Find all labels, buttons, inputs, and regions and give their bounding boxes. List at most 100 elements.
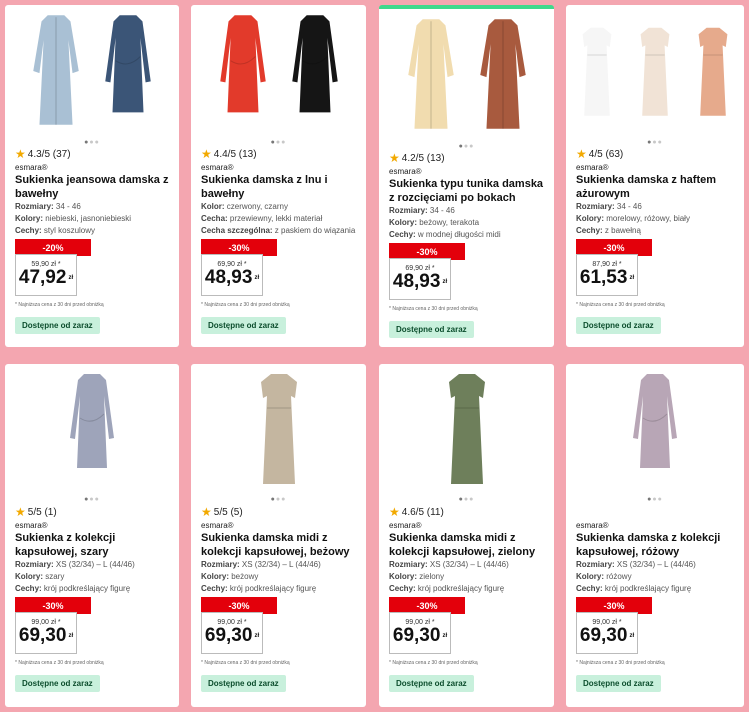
product-image[interactable]	[566, 364, 744, 492]
carousel-dots[interactable]: ●●●	[5, 496, 179, 503]
available-now-button[interactable]: Dostępne od zaraz	[201, 675, 286, 692]
product-attribute: Kolor: czerwony, czarny	[201, 201, 358, 213]
product-attribute: Kolory: beżowy, terakota	[389, 217, 546, 229]
attribute-value: 34 - 46	[614, 202, 642, 211]
product-info: ★ 4.6/5 (11) esmara® Sukienka damska midi z…	[389, 505, 546, 692]
product-attribute: Kolory: morelowy, różowy, biały	[576, 213, 736, 225]
attribute-key: Cechy:	[389, 584, 416, 593]
lowest-price-note: * Najniższa cena z 30 dni przed obniżką	[201, 660, 290, 666]
currency: zł	[629, 275, 635, 282]
product-attribute: Cechy: krój podkreślający figurę	[576, 583, 736, 595]
lowest-price-note: * Najniższa cena z 30 dni przed obniżką	[576, 302, 665, 308]
product-image[interactable]	[5, 364, 179, 492]
product-title[interactable]: Sukienka damska z haftem ażurowym	[576, 173, 736, 201]
attribute-value: różowy	[604, 572, 632, 581]
carousel-dots[interactable]: ●●●	[191, 496, 366, 503]
rating[interactable]: ★ 4.3/5 (37)	[15, 147, 171, 161]
product-card[interactable]: ●●● ★ 4.2/5 (13) esmara® Sukienka typu tunik…	[379, 5, 554, 347]
product-card[interactable]: ●●● ★ 5/5 (1) esmara® Sukienka z kolekcji ka…	[5, 364, 179, 707]
available-now-button[interactable]: Dostępne od zaraz	[576, 317, 661, 334]
product-card[interactable]: ●●● ★ 4.3/5 (37) esmara® Sukienka jeansowa d…	[5, 5, 179, 347]
rating[interactable]: ★ 4.6/5 (11)	[389, 505, 546, 519]
product-title[interactable]: Sukienka damska z kolekcji kapsułowej, r…	[576, 531, 736, 559]
product-card[interactable]: ●●● esmara® Sukienka damska z kolekcji kap…	[566, 364, 744, 707]
rating[interactable]: ★ 4.2/5 (13)	[389, 151, 546, 165]
price-panel: 69,90 zł * 48,93 zł	[201, 254, 263, 296]
attribute-key: Kolory:	[389, 218, 417, 227]
product-attribute: Rozmiary: 34 - 46	[15, 201, 171, 213]
rating-text: 4.2/5 (13)	[401, 152, 445, 164]
rating-text: 5/5 (1)	[27, 506, 57, 518]
carousel-dots[interactable]: ●●●	[379, 496, 554, 503]
product-card[interactable]: ●●● ★ 4.4/5 (13) esmara® Sukienka damska z l…	[191, 5, 366, 347]
dress-image	[448, 374, 485, 484]
attribute-key: Cechy:	[15, 584, 42, 593]
price-box: -30% 99,00 zł * 69,30 zł	[201, 597, 277, 654]
currency: zł	[68, 275, 74, 282]
product-image[interactable]	[566, 5, 744, 137]
available-now-button[interactable]: Dostępne od zaraz	[576, 675, 661, 692]
dress-image	[407, 19, 454, 129]
currency: zł	[68, 633, 74, 640]
brand-label: esmara®	[201, 521, 234, 530]
product-image[interactable]	[379, 9, 554, 141]
product-card[interactable]: ●●● ★ 4.6/5 (11) esmara® Sukienka damska mid…	[379, 364, 554, 707]
rating[interactable]: ★ 4/5 (63)	[576, 147, 736, 161]
product-image[interactable]	[379, 364, 554, 492]
price-box: -30% 69,90 zł * 48,93 zł	[389, 243, 465, 300]
dress-image	[582, 27, 612, 116]
rating[interactable]: ★ 5/5 (1)	[15, 505, 171, 519]
carousel-dots[interactable]: ●●●	[191, 139, 366, 146]
price-value: 69,30	[392, 625, 441, 647]
attribute-value: szary	[43, 572, 65, 581]
product-image[interactable]	[5, 5, 179, 137]
attribute-value: morelowy, różowy, biały	[604, 214, 690, 223]
brand-label: esmara®	[15, 163, 48, 172]
rating[interactable]: ★ 5/5 (5)	[201, 505, 358, 519]
product-title[interactable]: Sukienka typu tunika damska z rozcięciam…	[389, 177, 546, 205]
price-value: 69,30	[204, 625, 253, 647]
attribute-key: Cechy:	[576, 584, 603, 593]
attribute-key: Cecha:	[201, 214, 228, 223]
available-now-button[interactable]: Dostępne od zaraz	[201, 317, 286, 334]
product-image[interactable]	[191, 364, 366, 492]
currency: zł	[442, 279, 448, 286]
price-value: 48,93	[204, 267, 253, 289]
product-title[interactable]: Sukienka damska midi z kolekcji kapsułow…	[201, 531, 358, 559]
attribute-key: Kolor:	[201, 202, 225, 211]
carousel-dots[interactable]: ●●●	[5, 139, 179, 146]
available-now-button[interactable]: Dostępne od zaraz	[15, 317, 100, 334]
product-title[interactable]: Sukienka damska midi z kolekcji kapsułow…	[389, 531, 546, 559]
attribute-value: krój podkreślający figurę	[41, 584, 131, 593]
current-price: 69,30 zł	[393, 626, 447, 646]
product-title[interactable]: Sukienka z kolekcji kapsułowej, szary	[15, 531, 171, 559]
price-box: -30% 99,00 zł * 69,30 zł	[576, 597, 652, 654]
product-image[interactable]	[191, 5, 366, 137]
price-value: 48,93	[392, 271, 441, 293]
star-icon: ★	[15, 147, 26, 161]
rating[interactable]: ★ 4.4/5 (13)	[201, 147, 358, 161]
current-price: 48,93 zł	[205, 268, 259, 288]
attribute-value: krój podkreślający figurę	[227, 584, 317, 593]
currency: zł	[442, 633, 448, 640]
star-icon: ★	[15, 505, 26, 519]
product-attribute: Cechy: krój podkreślający figurę	[389, 583, 546, 595]
price-panel: 99,00 zł * 69,30 zł	[15, 612, 77, 654]
product-title[interactable]: Sukienka jeansowa damska z bawełny	[15, 173, 171, 201]
carousel-dots[interactable]: ●●●	[566, 139, 744, 146]
available-now-button[interactable]: Dostępne od zaraz	[389, 321, 474, 338]
current-price: 61,53 zł	[580, 268, 634, 288]
product-card[interactable]: ●●● ★ 4/5 (63) esmara® Sukienka damska z haf…	[566, 5, 744, 347]
product-title[interactable]: Sukienka damska z lnu i bawełny	[201, 173, 358, 201]
attribute-value: beżowy	[229, 572, 259, 581]
available-now-button[interactable]: Dostępne od zaraz	[389, 675, 474, 692]
product-attribute: Cechy: z bawełną	[576, 225, 736, 237]
product-info: esmara® Sukienka damska z kolekcji kapsuł…	[576, 505, 736, 692]
price-value: 47,92	[18, 267, 67, 289]
carousel-dots[interactable]: ●●●	[566, 496, 744, 503]
available-now-button[interactable]: Dostępne od zaraz	[15, 675, 100, 692]
current-price: 69,30 zł	[580, 626, 634, 646]
product-card[interactable]: ●●● ★ 5/5 (5) esmara® Sukienka damska midi z…	[191, 364, 366, 707]
carousel-dots[interactable]: ●●●	[379, 143, 554, 150]
price-box: -30% 99,00 zł * 69,30 zł	[15, 597, 91, 654]
